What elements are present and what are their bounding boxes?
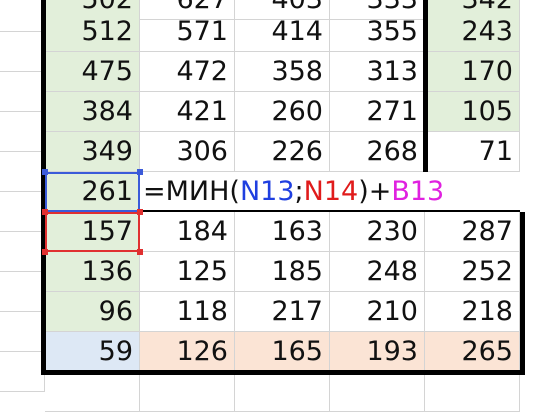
cell[interactable]: 230 [330,212,425,252]
cell[interactable]: 185 [235,252,330,292]
cell[interactable]: 421 [140,92,235,132]
table-bottom-border [41,370,525,375]
formula-ref-b13: B13 [391,176,445,207]
formula-ref-n13: N13 [239,176,295,207]
cell[interactable]: 268 [330,132,425,172]
cell[interactable]: 287 [425,212,520,252]
cell-blank[interactable] [330,372,425,412]
cell-blank[interactable] [0,32,45,72]
cell[interactable]: 193 [330,332,425,372]
cell[interactable]: 265 [425,332,520,372]
resize-handle[interactable] [137,249,143,255]
cell[interactable]: 71 [425,132,520,172]
cell-blank[interactable] [425,372,520,412]
cell[interactable]: 210 [330,292,425,332]
cell-blank[interactable] [0,152,45,192]
cell[interactable]: 358 [235,52,330,92]
reference-highlight-n14 [45,212,140,252]
formula-ref-n14: N14 [303,176,359,207]
cell-blank[interactable] [0,72,45,112]
cell-blank[interactable] [0,112,45,152]
cell-blank[interactable] [0,0,45,32]
cell[interactable]: 384 [45,92,140,132]
cell-blank[interactable] [140,372,235,412]
resize-handle[interactable] [137,209,143,215]
reference-highlight-n13 [45,172,140,212]
resize-handle[interactable] [42,249,48,255]
cell-blank[interactable] [0,192,45,232]
cell[interactable]: 226 [235,132,330,172]
resize-handle[interactable] [42,169,48,175]
cell[interactable]: 105 [425,92,520,132]
cell[interactable]: 125 [140,252,235,292]
cell-blank[interactable] [0,352,45,392]
cell[interactable]: 271 [330,92,425,132]
cell[interactable]: 252 [425,252,520,292]
cell[interactable]: 243 [425,12,520,52]
cell[interactable]: 170 [425,52,520,92]
cell-blank[interactable] [45,372,140,412]
cell[interactable]: 306 [140,132,235,172]
cell[interactable]: 313 [330,52,425,92]
cell[interactable]: 260 [235,92,330,132]
cell[interactable]: 165 [235,332,330,372]
cell-blank[interactable] [0,312,45,352]
cell-blank[interactable] [0,232,45,272]
resize-handle[interactable] [42,209,48,215]
formula-in-cell[interactable]: =МИН(N13;N14)+B13 [140,172,520,212]
cell[interactable]: 217 [235,292,330,332]
cell[interactable]: 126 [140,332,235,372]
cell[interactable]: 414 [235,12,330,52]
cell-blank[interactable] [0,272,45,312]
cell[interactable]: 96 [45,292,140,332]
cell[interactable]: 59 [45,332,140,372]
cell[interactable]: 472 [140,52,235,92]
cell[interactable]: 571 [140,12,235,52]
cell[interactable]: 355 [330,12,425,52]
cell[interactable]: 118 [140,292,235,332]
formula-mid: )+ [358,176,392,207]
cell[interactable]: 218 [425,292,520,332]
cell[interactable]: 512 [45,12,140,52]
formula-prefix: =МИН( [143,176,240,207]
cell[interactable]: 163 [235,212,330,252]
cell[interactable]: 248 [330,252,425,292]
table-right-border [520,212,525,375]
resize-handle[interactable] [137,169,143,175]
cell-blank[interactable] [235,372,330,412]
cell[interactable]: 184 [140,212,235,252]
cell[interactable]: 136 [45,252,140,292]
cell[interactable]: 475 [45,52,140,92]
inner-vertical-border [423,0,428,172]
cell[interactable]: 349 [45,132,140,172]
formula-separator: ; [294,176,304,207]
